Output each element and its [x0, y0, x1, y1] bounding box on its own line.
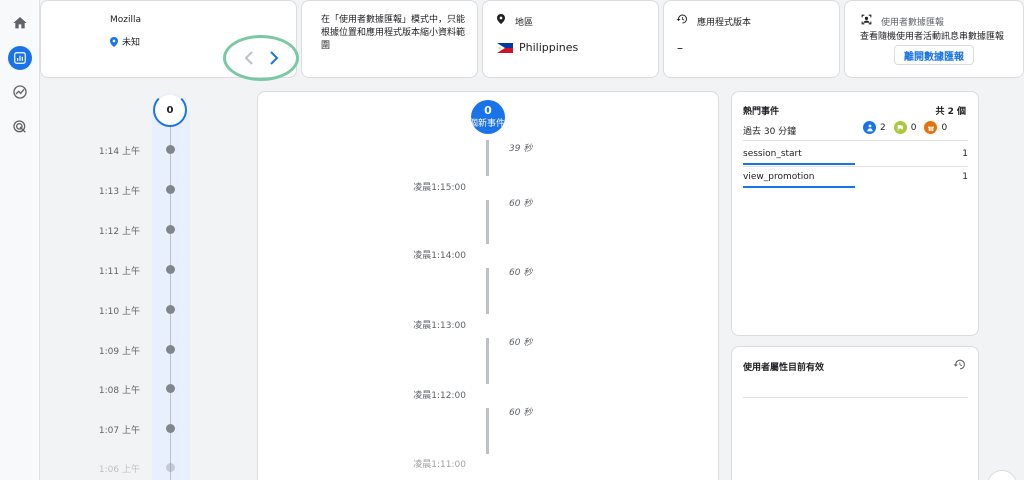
- new-events-label: 個新事件: [469, 119, 506, 129]
- event-name: view_promotion: [743, 172, 815, 182]
- timeline-label: 1:10 上午: [98, 307, 140, 317]
- region-country: Philippines: [519, 41, 579, 54]
- top-events-card: 熱門事件 共 2 個 過去 30 分鐘 2 0 0 session_start …: [731, 91, 979, 336]
- divider: [743, 140, 968, 141]
- timeline-segment[interactable]: [486, 408, 489, 454]
- home-icon[interactable]: [8, 11, 32, 35]
- app-version-title: 應用程式版本: [697, 18, 752, 28]
- person-icon: [863, 121, 876, 134]
- timeline-segment[interactable]: [486, 140, 489, 176]
- timeline-dot[interactable]: [166, 185, 175, 194]
- event-count: 1: [962, 172, 968, 182]
- gift-icon: [924, 121, 938, 134]
- timeline-segment[interactable]: [486, 200, 489, 244]
- user-report-card: 使用者數據匯報 查看隨機使用者活動訊息串數據匯報 離開數據匯報: [844, 0, 1024, 78]
- event-row-view-promotion[interactable]: view_promotion 1: [743, 170, 968, 188]
- exit-report-button[interactable]: 離開數據匯報: [894, 45, 974, 65]
- timeline-label: 1:09 上午: [98, 347, 140, 357]
- event-name: session_start: [743, 149, 802, 159]
- timeline-label: 1:08 上午: [98, 386, 140, 396]
- event-row-session-start[interactable]: session_start 1: [743, 147, 968, 165]
- reports-icon[interactable]: [8, 46, 32, 70]
- event-type-counts: 2 0 0: [863, 121, 947, 134]
- timeline-label: 1:06 上午: [98, 465, 140, 475]
- duration-label: 60 秒: [509, 268, 533, 278]
- divider: [743, 397, 968, 398]
- timeline-dot[interactable]: [166, 463, 175, 472]
- user-report-title: 使用者數據匯報: [881, 18, 945, 28]
- count-green: 0: [910, 122, 917, 133]
- timeline-segment[interactable]: [486, 338, 489, 384]
- count-blue: 2: [880, 122, 886, 133]
- timeline-label: 1:13 上午: [98, 187, 140, 197]
- app-version-card: 應用程式版本 –: [663, 0, 840, 78]
- timeline-label: 1:11 上午: [98, 267, 140, 277]
- timeline-dot[interactable]: [166, 145, 175, 154]
- explore-icon[interactable]: [8, 80, 32, 104]
- duration-label: 60 秒: [509, 408, 533, 418]
- timeline-dot[interactable]: [166, 305, 175, 314]
- time-label: 凌晨1:14:00: [413, 251, 466, 261]
- event-count: 1: [962, 149, 968, 159]
- duration-label: 60 秒: [509, 199, 533, 209]
- timeline-dot[interactable]: [166, 384, 175, 393]
- timeline-dot[interactable]: [166, 345, 175, 354]
- scroll-button[interactable]: [987, 470, 1017, 480]
- region-title: 地區: [515, 18, 534, 28]
- device-location: 未知: [110, 35, 140, 48]
- top-events-total: 共 2 個: [935, 107, 966, 117]
- location-pin-icon: [110, 36, 118, 47]
- user-properties-card: 使用者屬性目前有效: [731, 346, 979, 480]
- timeline-label: 1:12 上午: [98, 227, 140, 237]
- prev-arrow-icon[interactable]: [244, 51, 254, 68]
- time-label: 凌晨1:11:00: [413, 460, 466, 470]
- location-text: 未知: [122, 38, 141, 48]
- divider: [743, 166, 968, 167]
- browser-name: Mozilla: [110, 15, 142, 25]
- duration-label: 39 秒: [509, 144, 533, 154]
- time-label: 凌晨1:13:00: [413, 321, 466, 331]
- user-properties-title: 使用者屬性目前有效: [743, 363, 825, 373]
- minute-timeline-counter: 0: [153, 93, 187, 127]
- new-events-counter[interactable]: 0 個新事件: [469, 100, 506, 134]
- history-icon[interactable]: [953, 358, 966, 374]
- device-card: Mozilla 未知: [40, 0, 299, 81]
- advertising-icon[interactable]: [8, 115, 32, 139]
- highlight-ring: [223, 35, 299, 81]
- time-label: 凌晨1:15:00: [413, 183, 466, 193]
- duration-label: 60 秒: [509, 338, 533, 348]
- new-events-count: 0: [484, 104, 492, 117]
- timeline-label: 1:14 上午: [98, 147, 140, 157]
- side-navigation: [0, 0, 40, 480]
- location-pin-icon: [497, 14, 505, 27]
- event-bar: [743, 186, 855, 188]
- next-arrow-icon[interactable]: [269, 51, 279, 68]
- app-version-value: –: [677, 41, 683, 55]
- history-icon: [676, 13, 688, 28]
- timeline-dot[interactable]: [166, 225, 175, 234]
- top-events-period: 過去 30 分鐘: [743, 127, 797, 137]
- flag-icon: [893, 121, 907, 134]
- timeline-label: 1:07 上午: [98, 426, 140, 436]
- timeline-dot[interactable]: [166, 265, 175, 274]
- philippines-flag-icon: [497, 43, 513, 56]
- user-report-icon: [860, 13, 873, 29]
- timeline-dot[interactable]: [166, 424, 175, 433]
- region-card: 地區 Philippines: [482, 0, 659, 78]
- notice-text: 在「使用者數據匯報」模式中，只能根據位置和應用程式版本縮小資料範圍: [321, 15, 466, 51]
- count-orange: 0: [941, 122, 948, 133]
- time-label: 凌晨1:12:00: [413, 391, 466, 401]
- notice-card: 在「使用者數據匯報」模式中，只能根據位置和應用程式版本縮小資料範圍: [301, 0, 478, 78]
- user-report-subtitle: 查看隨機使用者活動訊息串數據匯報: [860, 32, 1005, 42]
- top-events-title: 熱門事件: [743, 107, 780, 117]
- timeline-segment[interactable]: [486, 268, 489, 314]
- event-bar: [743, 163, 855, 165]
